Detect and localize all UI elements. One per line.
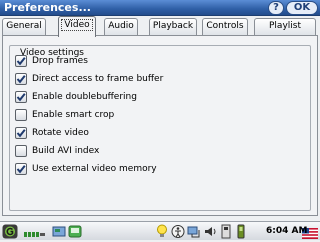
checkmark-icon (16, 75, 26, 84)
option-label: Use external video memory (32, 164, 157, 174)
option-label: Build AVI index (32, 146, 100, 156)
option-label: Rotate video (32, 128, 89, 138)
keyboard-icon[interactable] (236, 224, 246, 239)
external-video-memory-option[interactable]: Use external video memory (15, 163, 275, 176)
tab-video[interactable]: Video (58, 16, 96, 37)
speaker-icon[interactable] (203, 224, 217, 239)
lightbulb-icon[interactable] (156, 224, 168, 239)
avi-index-checkbox[interactable] (15, 145, 27, 157)
start-menu-icon[interactable] (2, 224, 18, 239)
checkmark-icon (16, 57, 26, 66)
window-title: Preferences... (4, 1, 91, 14)
smart-crop-checkbox[interactable] (15, 109, 27, 121)
checkmark-icon (16, 93, 26, 102)
app-icon[interactable] (68, 224, 82, 239)
tab-label: Audio (108, 21, 134, 31)
tab-controls[interactable]: Controls (202, 18, 248, 35)
tab-label: Playlist (269, 21, 301, 31)
option-label: Enable doublebuffering (32, 92, 137, 102)
checkmark-icon (16, 129, 26, 138)
taskbar: 6:04 AM (0, 221, 320, 240)
tab-label: Controls (206, 21, 244, 31)
smart-crop-option[interactable]: Enable smart crop (15, 109, 275, 122)
title-bar: Preferences... ? OK (0, 0, 320, 16)
desktop-icon[interactable] (52, 224, 66, 239)
hardware-status-icon[interactable] (220, 224, 232, 239)
tab-playlist[interactable]: Playlist (254, 18, 316, 35)
doublebuffering-option[interactable]: Enable doublebuffering (15, 91, 275, 104)
direct-framebuffer-checkbox[interactable] (15, 73, 27, 85)
tab-label: General (6, 21, 42, 31)
tab-label: Playback (152, 21, 194, 31)
doublebuffering-checkbox[interactable] (15, 91, 27, 103)
external-video-memory-checkbox[interactable] (15, 163, 27, 175)
avi-index-option[interactable]: Build AVI index (15, 145, 275, 158)
video-tab-panel: Video settings Drop frames Direct access… (2, 36, 318, 216)
clock[interactable]: 6:04 AM (266, 222, 307, 241)
drop-frames-checkbox[interactable] (15, 55, 27, 67)
ok-button[interactable]: OK (286, 1, 318, 15)
checkmark-icon (16, 165, 26, 174)
rotate-video-checkbox[interactable] (15, 127, 27, 139)
help-button[interactable]: ? (268, 1, 284, 15)
tab-label: Video (61, 19, 93, 31)
option-label: Direct access to frame buffer (32, 74, 164, 84)
direct-framebuffer-option[interactable]: Direct access to frame buffer (15, 73, 275, 86)
tab-general[interactable]: General (2, 18, 46, 35)
tab-bar: General Video Audio Playback Controls Pl… (2, 16, 318, 37)
rotate-video-option[interactable]: Rotate video (15, 127, 275, 140)
option-label: Drop frames (32, 56, 88, 66)
drop-frames-option[interactable]: Drop frames (15, 55, 275, 68)
tab-audio[interactable]: Audio (104, 18, 138, 35)
tab-playback[interactable]: Playback (149, 18, 197, 35)
option-label: Enable smart crop (32, 110, 115, 120)
accessibility-icon[interactable] (171, 224, 185, 239)
network-icon[interactable] (187, 224, 201, 239)
